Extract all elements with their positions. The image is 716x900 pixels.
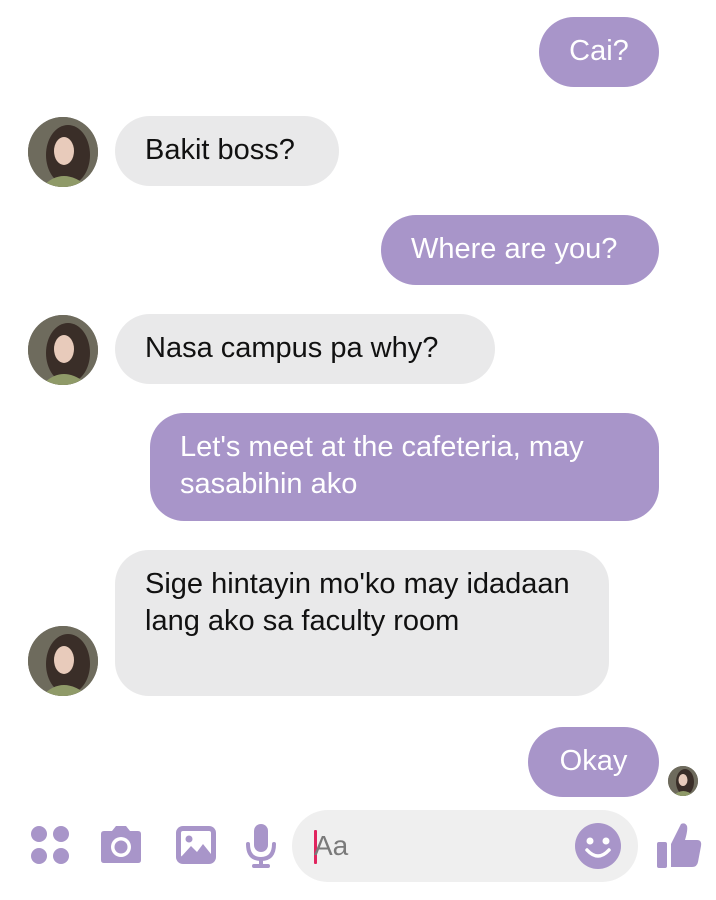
message-bubble-outgoing[interactable]: Where are you? bbox=[381, 215, 659, 285]
message-bubble-incoming[interactable]: Bakit boss? bbox=[115, 116, 339, 186]
seen-receipt-avatar bbox=[668, 766, 698, 796]
thumbs-up-icon[interactable] bbox=[655, 820, 703, 870]
message-input[interactable] bbox=[314, 824, 564, 868]
message-bubble-outgoing[interactable]: Okay bbox=[528, 727, 659, 797]
avatar-photo-icon bbox=[28, 315, 98, 385]
microphone-icon[interactable] bbox=[244, 822, 278, 870]
message-bubble-outgoing[interactable]: Cai? bbox=[539, 17, 659, 87]
contact-avatar[interactable] bbox=[28, 117, 98, 187]
contact-avatar[interactable] bbox=[28, 315, 98, 385]
grid-menu-icon[interactable] bbox=[28, 823, 72, 867]
avatar-photo-icon bbox=[28, 117, 98, 187]
message-composer[interactable] bbox=[292, 810, 638, 882]
message-bubble-incoming[interactable]: Nasa campus pa why? bbox=[115, 314, 495, 384]
message-bubble-incoming[interactable]: Sige hintayin mo'ko may idadaan lang ako… bbox=[115, 550, 609, 696]
avatar-photo-icon bbox=[28, 626, 98, 696]
avatar-photo-icon bbox=[668, 766, 698, 796]
camera-icon[interactable] bbox=[97, 824, 145, 866]
emoji-icon[interactable] bbox=[574, 822, 622, 870]
gallery-icon[interactable] bbox=[174, 824, 218, 866]
contact-avatar[interactable] bbox=[28, 626, 98, 696]
message-bubble-outgoing[interactable]: Let's meet at the cafeteria, may sasabih… bbox=[150, 413, 659, 521]
